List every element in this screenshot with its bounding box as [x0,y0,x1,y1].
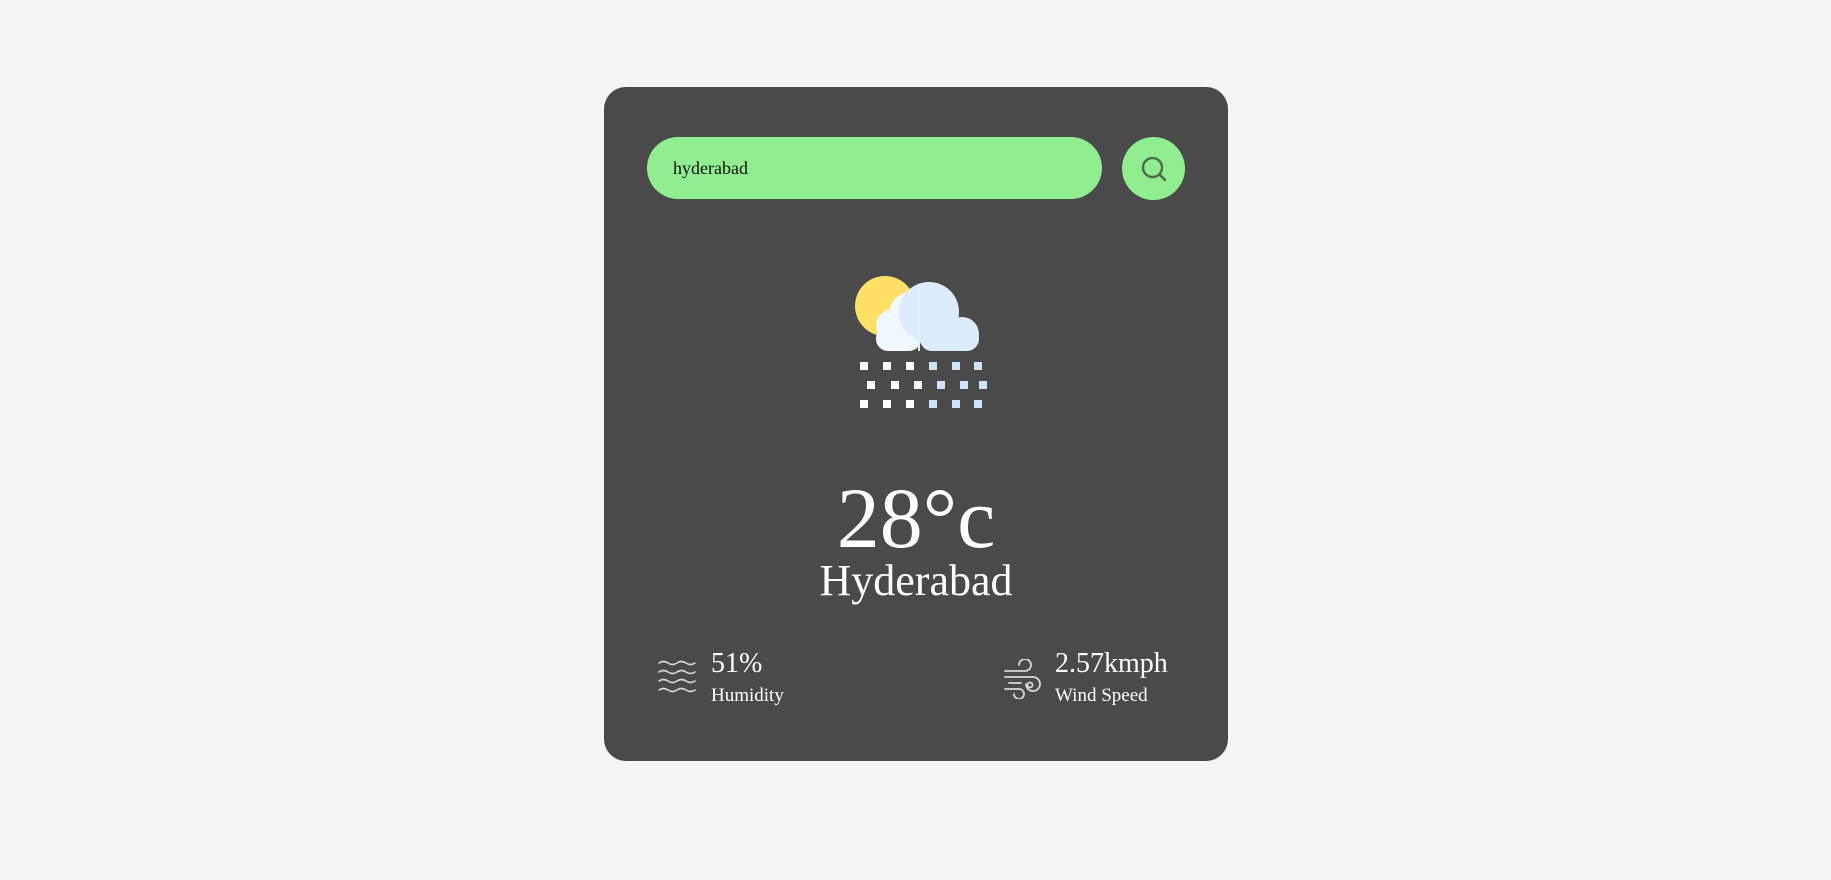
humidity-value: 51% [711,648,763,679]
wind-speed-value: 2.57kmph [1055,648,1168,679]
city-name: Hyderabad [819,556,1013,605]
humidity-waves-icon [657,659,697,702]
wind-speed-label: Wind Speed [1055,685,1148,706]
humidity-detail: 51% Humidity [657,650,807,710]
wind-detail: 2.57kmph Wind Speed [1003,650,1193,710]
search-button[interactable] [1122,137,1185,200]
search-input[interactable] [647,137,1102,199]
weather-card: 28°c Hyderabad 51% Humidity 2.57kmph Win… [604,87,1228,761]
sun-cloud-snow-icon [847,276,987,410]
search-icon [1140,155,1168,183]
search-bar [647,137,1185,200]
temperature: 28°c [836,470,996,566]
humidity-label: Humidity [711,685,784,706]
wind-icon [1003,658,1043,704]
